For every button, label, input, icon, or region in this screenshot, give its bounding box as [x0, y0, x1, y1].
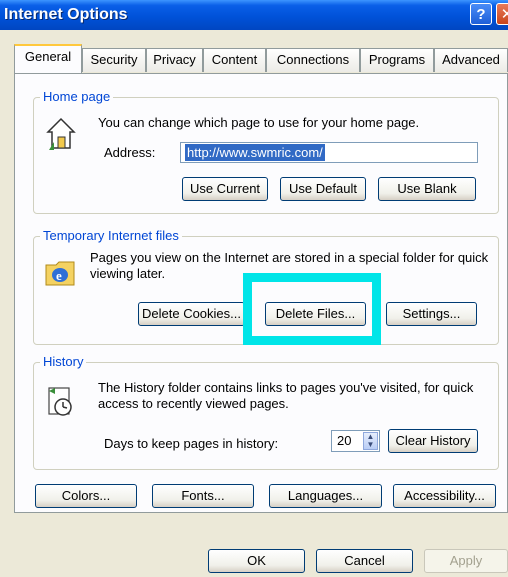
close-button[interactable]: ✕ [496, 3, 508, 25]
use-default-button[interactable]: Use Default [280, 177, 366, 201]
temp-files-legend: Temporary Internet files [40, 228, 182, 243]
window-title: Internet Options [4, 6, 128, 23]
spinner-arrows-icon[interactable]: ▲ ▼ [363, 432, 378, 450]
settings-button[interactable]: Settings... [386, 302, 477, 326]
days-value: 20 [337, 433, 352, 448]
svg-text:e: e [56, 268, 62, 283]
fonts-button[interactable]: Fonts... [152, 484, 254, 508]
address-label: Address: [104, 145, 156, 160]
tab-programs[interactable]: Programs [360, 48, 434, 72]
tab-security[interactable]: Security [82, 48, 146, 72]
address-field[interactable]: http://www.swmric.com/ [180, 142, 478, 163]
days-spinner[interactable]: 20 ▲ ▼ [331, 430, 380, 452]
colors-button[interactable]: Colors... [35, 484, 137, 508]
tab-content[interactable]: Content [203, 48, 266, 72]
history-description: The History folder contains links to pag… [98, 380, 474, 411]
address-value: http://www.swmric.com/ [185, 144, 325, 161]
tab-advanced[interactable]: Advanced [434, 48, 508, 72]
use-blank-button[interactable]: Use Blank [378, 177, 476, 201]
highlight-box [243, 273, 381, 345]
delete-cookies-button[interactable]: Delete Cookies... [138, 302, 245, 326]
home-page-description: You can change which page to use for you… [98, 115, 420, 130]
use-current-button[interactable]: Use Current [182, 177, 268, 201]
languages-button[interactable]: Languages... [269, 484, 382, 508]
title-bar: Internet Options ? ✕ [0, 0, 508, 30]
history-legend: History [40, 354, 87, 369]
ok-button[interactable]: OK [208, 549, 305, 573]
days-label: Days to keep pages in history: [104, 436, 279, 451]
home-page-legend: Home page [40, 89, 114, 104]
tab-connections[interactable]: Connections [266, 48, 360, 72]
temp-files-folder-icon: e [45, 261, 75, 286]
history-group: History The History folder contains link… [33, 354, 499, 470]
tab-privacy[interactable]: Privacy [146, 48, 203, 72]
home-page-icon [46, 117, 76, 150]
tab-general[interactable]: General [14, 44, 82, 73]
home-page-group: Home page You can change which page to u… [33, 89, 499, 214]
clear-history-button[interactable]: Clear History [388, 429, 478, 453]
history-icon [48, 387, 72, 416]
accessibility-button[interactable]: Accessibility... [393, 484, 496, 508]
apply-button[interactable]: Apply [424, 549, 508, 573]
help-button[interactable]: ? [470, 3, 492, 25]
cancel-button[interactable]: Cancel [316, 549, 413, 573]
